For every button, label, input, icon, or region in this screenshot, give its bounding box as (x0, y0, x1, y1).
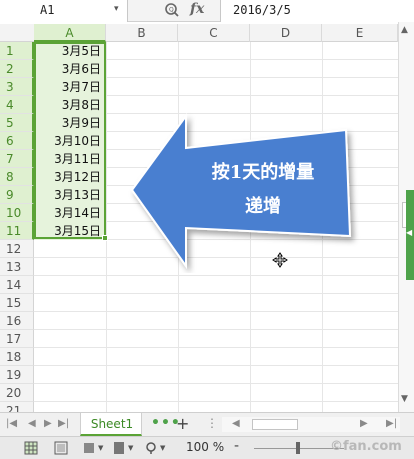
sheet-tab-label: Sheet1 (90, 417, 134, 431)
grid-line (34, 365, 398, 366)
name-box[interactable]: A1 ▾ (0, 0, 128, 22)
name-box-value: A1 (40, 3, 55, 17)
row-header-6[interactable]: 6 (0, 132, 34, 150)
grid-line (34, 311, 398, 312)
row-header-13[interactable]: 13 (0, 258, 34, 276)
column-header-b[interactable]: B (106, 24, 178, 42)
status-bar: ▼ ▼ ▼ 100 % - ©fan.com (0, 436, 414, 459)
row-header-1[interactable]: 1 (0, 42, 34, 60)
zoom-level[interactable]: 100 % (186, 440, 224, 454)
chevron-left-icon: ◀ (406, 228, 413, 237)
callout-line-1: 按1天的增量 (211, 162, 315, 183)
move-cursor-icon (272, 252, 288, 268)
column-header-d[interactable]: D (250, 24, 322, 42)
chevron-down-icon[interactable]: ▼ (128, 444, 133, 452)
chevron-down-icon[interactable]: ▼ (160, 444, 165, 452)
callout-line-2: 递增 (245, 196, 281, 217)
scroll-right-icon[interactable]: ▶ (360, 418, 368, 429)
scroll-end-icon[interactable]: ▶| (386, 418, 397, 429)
row-header-14[interactable]: 14 (0, 276, 34, 294)
chevron-down-icon[interactable]: ▼ (98, 444, 103, 452)
horizontal-scrollbar[interactable]: ◀ ▶ ▶| (222, 417, 400, 432)
zoom-out-button[interactable]: - (234, 438, 239, 454)
row-header-7[interactable]: 7 (0, 150, 34, 168)
horizontal-scroll-thumb[interactable] (252, 419, 298, 430)
row-header-15[interactable]: 15 (0, 294, 34, 312)
add-sheet-button[interactable]: + (176, 414, 189, 433)
svg-text:Q: Q (169, 7, 174, 14)
read-mode-icon[interactable] (112, 441, 126, 455)
row-header-5[interactable]: 5 (0, 114, 34, 132)
column-header-e[interactable]: E (322, 24, 398, 42)
side-panel-toggle[interactable]: ◀ (406, 190, 414, 280)
row-header-19[interactable]: 19 (0, 366, 34, 384)
row-header-4[interactable]: 4 (0, 96, 34, 114)
scroll-up-icon[interactable]: ▲ (401, 25, 408, 35)
selection-range (34, 42, 106, 239)
row-header-18[interactable]: 18 (0, 348, 34, 366)
formula-value: 2016/3/5 (233, 3, 291, 17)
row-header-2[interactable]: 2 (0, 60, 34, 78)
row-header-17[interactable]: 17 (0, 330, 34, 348)
row-header-16[interactable]: 16 (0, 312, 34, 330)
fill-handle[interactable] (102, 235, 108, 241)
column-header-a[interactable]: A (34, 24, 106, 42)
eye-protection-icon[interactable] (144, 441, 158, 455)
grid-line (34, 293, 398, 294)
row-header-3[interactable]: 3 (0, 78, 34, 96)
callout-text: 按1天的增量 递增 (188, 156, 338, 224)
search-function-icon[interactable]: Q (164, 2, 180, 18)
formula-bar: A1 ▾ Q fx 2016/3/5 (0, 0, 414, 22)
row-header-9[interactable]: 9 (0, 186, 34, 204)
grid-line (34, 329, 398, 330)
sheet-tab-sheet1[interactable]: Sheet1 (80, 413, 142, 436)
zoom-slider-knob[interactable] (296, 442, 300, 454)
grid-line (34, 401, 398, 402)
normal-view-icon[interactable] (24, 441, 38, 455)
last-sheet-icon[interactable]: ▶| (58, 418, 69, 429)
formula-input[interactable]: 2016/3/5 (220, 0, 414, 22)
column-header-row: A B C D E (0, 24, 398, 42)
page-break-icon[interactable] (82, 441, 96, 455)
row-header-12[interactable]: 12 (0, 240, 34, 258)
insert-function-icon[interactable]: fx (190, 1, 204, 17)
grid-line (34, 275, 398, 276)
row-header-10[interactable]: 10 (0, 204, 34, 222)
grid-line (106, 42, 107, 412)
tab-splitter-icon[interactable]: ⋮ (206, 416, 218, 430)
sheet-tab-bar: |◀ ◀ ▶ ▶| Sheet1 ••• + ⋮ ◀ ▶ ▶| (0, 412, 414, 436)
row-header-20[interactable]: 20 (0, 384, 34, 402)
grid-line (34, 347, 398, 348)
column-header-c[interactable]: C (178, 24, 250, 42)
prev-sheet-icon[interactable]: ◀ (28, 418, 36, 429)
row-header-11[interactable]: 11 (0, 222, 34, 240)
scroll-left-icon[interactable]: ◀ (232, 418, 240, 429)
row-header-8[interactable]: 8 (0, 168, 34, 186)
grid-line (34, 383, 398, 384)
page-layout-icon[interactable] (54, 441, 68, 455)
chevron-down-icon[interactable]: ▾ (114, 4, 119, 14)
first-sheet-icon[interactable]: |◀ (6, 418, 17, 429)
next-sheet-icon[interactable]: ▶ (44, 418, 52, 429)
watermark-logo: ©fan.com (330, 439, 402, 454)
scroll-down-icon[interactable]: ▼ (401, 394, 408, 404)
